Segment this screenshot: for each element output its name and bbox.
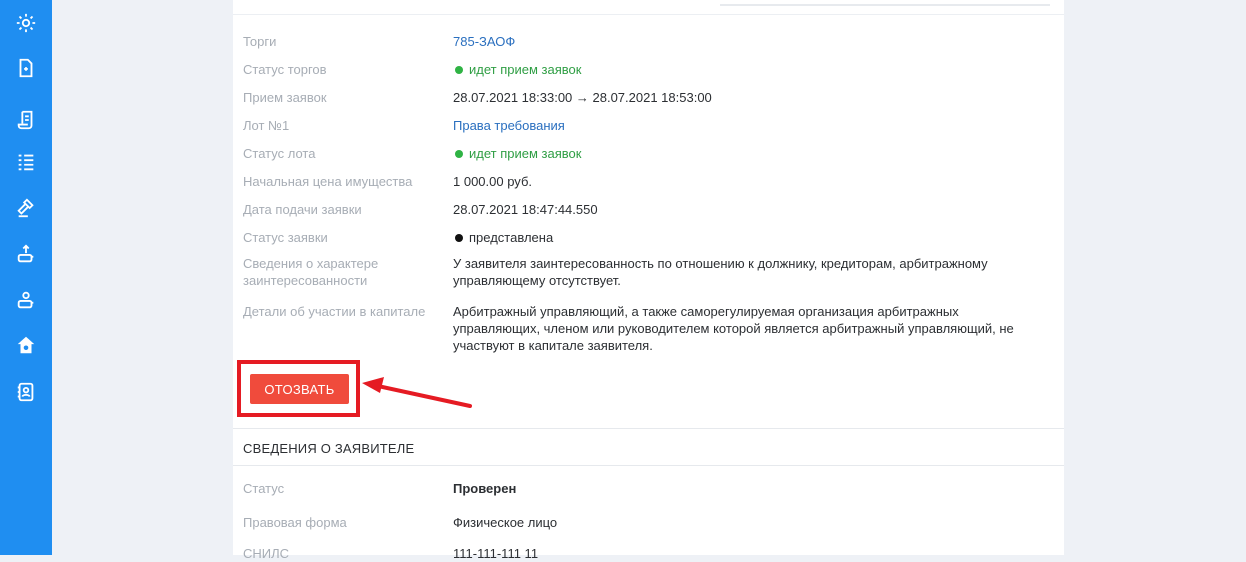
lot-link[interactable]: Права требования [453,117,1043,134]
list-icon[interactable] [14,150,38,174]
section-title-applicant: СВЕДЕНИЯ О ЗАЯВИТЕЛЕ [243,441,415,456]
scroll-icon[interactable] [14,108,38,132]
status-text: идет прием заявок [469,62,582,77]
detail-value: 111-111-111 11 [453,546,539,561]
detail-label: Дата подачи заявки [243,202,362,217]
panel-top-edge [233,0,1064,15]
home-icon[interactable] [14,333,38,357]
detail-label: СНИЛС [243,546,290,561]
arrow-pointer-icon [362,377,472,408]
section-divider [233,465,1064,466]
detail-label: Лот №1 [243,118,290,133]
detail-value: 28.07.2021 18:47:44.550 [453,202,598,217]
detail-value: Проверен [453,481,517,496]
detail-label: Статус лота [243,146,316,161]
document-icon[interactable] [14,56,38,80]
status-dot-icon [455,150,463,159]
contacts-icon[interactable] [14,380,38,404]
application-details-panel: Торги 785-ЗАОФ Статус торгов идет прием … [233,0,1064,555]
gavel-icon[interactable] [14,196,38,220]
auction-link[interactable]: 785-ЗАОФ [453,33,1043,50]
detail-label: Торги [243,34,277,49]
withdraw-button[interactable]: ОТОЗВАТЬ [250,374,349,404]
detail-value: Арбитражный управляющий, а также саморег… [453,304,1014,353]
detail-label: Статус заявки [243,230,328,245]
upload-icon[interactable] [14,242,38,266]
status-text: представлена [469,230,554,245]
section-divider [233,428,1064,429]
detail-label: Сведения о характере заинтересованности [243,256,379,288]
detail-label: Статус торгов [243,62,327,77]
sidebar [0,0,52,555]
detail-value: Физическое лицо [453,515,558,530]
detail-label: Прием заявок [243,90,327,105]
detail-label: Начальная цена имущества [243,174,413,189]
gear-icon[interactable] [14,11,38,35]
detail-value: 1 000.00 руб. [453,174,533,189]
user-transfer-icon[interactable] [14,288,38,312]
status-dot-icon [455,234,463,243]
detail-label: Правовая форма [243,515,347,530]
status-text: идет прием заявок [469,146,582,161]
status-dot-icon [455,66,463,75]
detail-value: 28.07.2021 18:33:00 → 28.07.2021 18:53:0… [453,90,712,105]
detail-label: Статус [243,481,285,496]
detail-value: У заявителя заинтересованность по отноше… [453,256,988,288]
detail-label: Детали об участии в капитале [243,304,426,319]
